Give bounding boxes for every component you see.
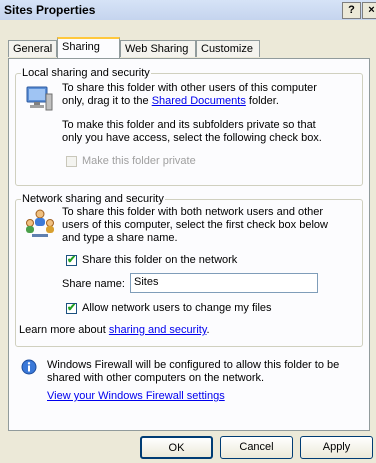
- local-sharing-legend: Local sharing and security: [21, 67, 151, 79]
- info-icon: [21, 359, 37, 375]
- sharing-panel: Local sharing and security To share this…: [8, 58, 370, 431]
- network-sharing-legend: Network sharing and security: [21, 193, 165, 205]
- firewall-text-2: shared with other computers on the netwo…: [47, 372, 265, 384]
- checkmark-icon: ✔: [67, 254, 77, 266]
- window-title: Sites Properties: [4, 3, 96, 17]
- network-sharing-group: Network sharing and security To share th…: [15, 193, 363, 347]
- close-button[interactable]: ×: [362, 2, 376, 19]
- make-private-checkbox[interactable]: [66, 156, 77, 167]
- local-text-2: only, drag it to the Shared Documents fo…: [62, 95, 279, 108]
- firewall-text-1: Windows Firewall will be configured to a…: [47, 359, 340, 371]
- share-folder-checkbox[interactable]: ✔: [66, 254, 77, 266]
- sharing-security-link[interactable]: sharing and security: [109, 324, 207, 336]
- checkmark-icon: ✔: [67, 302, 77, 314]
- share-name-label: Share name:: [62, 278, 125, 290]
- learn-more-suffix: .: [206, 324, 210, 336]
- tab-web-sharing[interactable]: Web Sharing: [120, 40, 196, 57]
- tab-label: General: [13, 43, 53, 55]
- tab-label: Web Sharing: [125, 43, 189, 55]
- firewall-settings-link[interactable]: View your Windows Firewall settings: [47, 390, 225, 403]
- local-text-2-prefix: only, drag it to the: [62, 95, 152, 107]
- tab-general[interactable]: General: [8, 40, 57, 57]
- tab-label: Customize: [201, 43, 253, 55]
- tab-customize[interactable]: Customize: [196, 40, 260, 57]
- network-text-3: and type a share name.: [62, 232, 178, 244]
- local-text-3: To make this folder and its subfolders p…: [62, 119, 316, 131]
- tab-label: Sharing: [62, 41, 100, 53]
- cancel-button[interactable]: Cancel: [220, 436, 293, 459]
- properties-dialog: General Sharing Web Sharing Customize Lo…: [0, 20, 376, 463]
- allow-change-label: Allow network users to change my files: [82, 302, 272, 314]
- tab-sharing[interactable]: Sharing: [57, 37, 120, 58]
- learn-more-prefix: Learn more about: [19, 324, 109, 336]
- tab-strip: General Sharing Web Sharing Customize: [0, 37, 376, 59]
- local-text-4: only you have access, select the followi…: [62, 132, 322, 144]
- computer-monitor-icon: [24, 84, 54, 114]
- help-button[interactable]: ?: [342, 2, 361, 19]
- local-text-1: To share this folder with other users of…: [62, 82, 317, 94]
- allow-change-checkbox[interactable]: ✔: [66, 302, 77, 314]
- local-text-2-suffix: folder.: [245, 95, 279, 107]
- ok-button[interactable]: OK: [140, 436, 213, 459]
- apply-button[interactable]: Apply: [300, 436, 373, 459]
- share-name-input[interactable]: Sites: [130, 273, 318, 293]
- share-folder-label: Share this folder on the network: [82, 254, 238, 266]
- make-private-label: Make this folder private: [82, 155, 196, 167]
- network-users-icon: [24, 208, 56, 238]
- learn-more-text: Learn more about sharing and security.: [19, 324, 210, 337]
- local-sharing-group: Local sharing and security To share this…: [15, 67, 363, 186]
- title-bar[interactable]: Sites Properties ? ×: [0, 0, 376, 20]
- shared-documents-link[interactable]: Shared Documents: [152, 95, 246, 107]
- network-text-1: To share this folder with both network u…: [62, 206, 324, 218]
- network-text-2: users of this computer, select the first…: [62, 219, 328, 231]
